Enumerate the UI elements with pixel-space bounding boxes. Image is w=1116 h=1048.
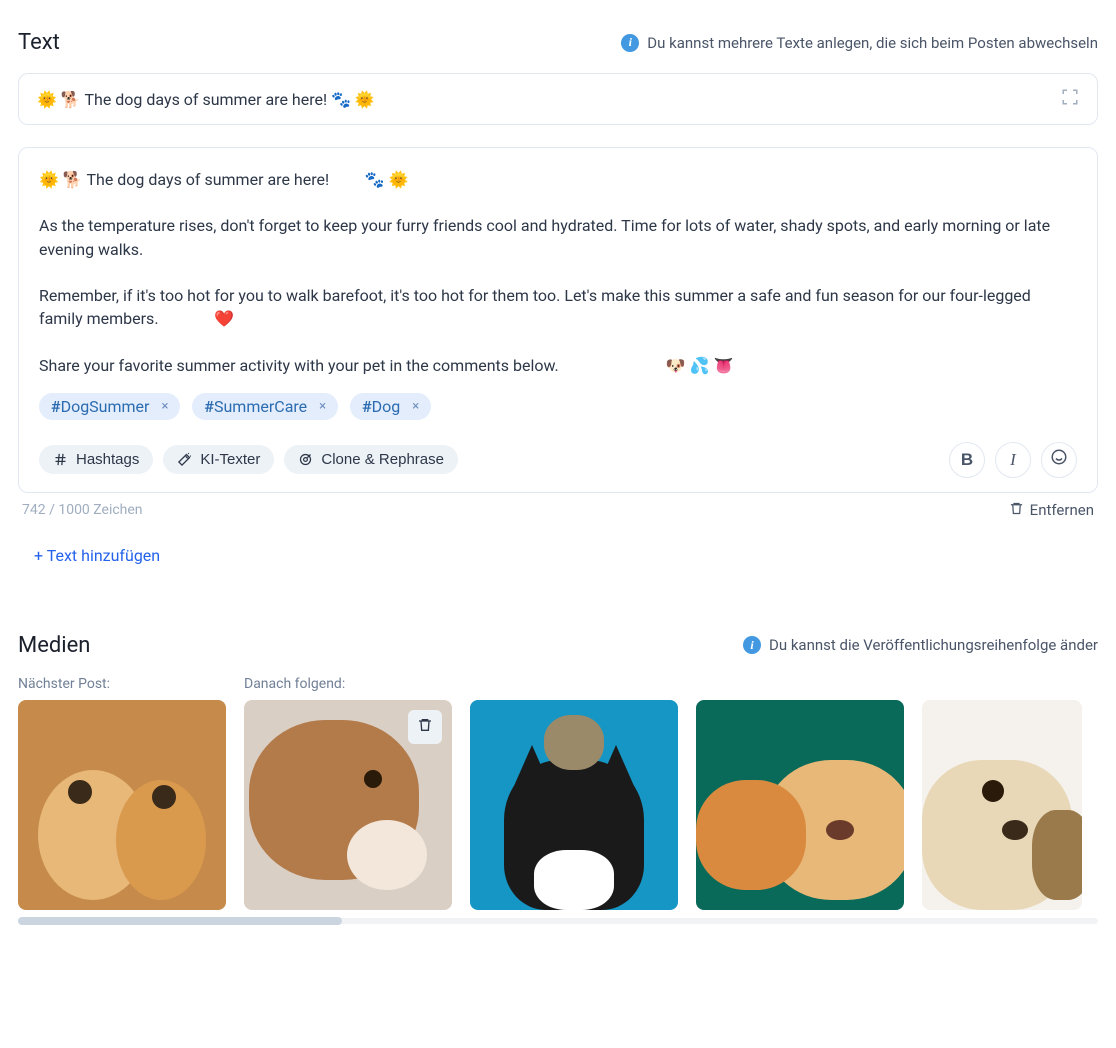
- next-post-label: Nächster Post:: [18, 676, 226, 692]
- hash-icon: [53, 452, 68, 467]
- media-info-text: Du kannst die Veröffentlichungsreihenfol…: [769, 636, 1098, 654]
- media-thumbnail[interactable]: [470, 700, 678, 910]
- bold-button[interactable]: B: [949, 442, 985, 478]
- text-section-title: Text: [18, 30, 60, 55]
- delete-media-button[interactable]: [408, 710, 442, 744]
- hashtag-remove-icon[interactable]: ×: [317, 399, 328, 414]
- clone-rephrase-button[interactable]: Clone & Rephrase: [284, 445, 458, 474]
- below-card-row: 742 / 1000 Zeichen Entfernen: [18, 493, 1098, 520]
- hashtag-row: #DogSummer × #SummerCare × #Dog ×: [39, 393, 1077, 420]
- trash-icon: [417, 717, 433, 737]
- text-info-block: i Du kannst mehrere Texte anlegen, die s…: [621, 34, 1098, 52]
- ai-texter-label: KI-Texter: [200, 451, 260, 468]
- emoji-icon: [1050, 448, 1068, 471]
- media-section-header: Medien i Du kannst die Veröffentlichungs…: [18, 633, 1098, 658]
- hashtag-chip[interactable]: #Dog ×: [350, 393, 431, 420]
- editor-toolbar: Hashtags KI-Texter Clone & Rephrase B I: [39, 442, 1077, 478]
- media-thumbnail[interactable]: [696, 700, 904, 910]
- italic-button[interactable]: I: [995, 442, 1031, 478]
- emoji-button[interactable]: [1041, 442, 1077, 478]
- char-counter: 742 / 1000 Zeichen: [22, 502, 143, 518]
- media-thumbnail-row[interactable]: [18, 700, 1098, 910]
- hashtag-remove-icon[interactable]: ×: [410, 399, 421, 414]
- hashtags-button[interactable]: Hashtags: [39, 445, 153, 474]
- media-labels: Nächster Post: Danach folgend:: [18, 676, 1098, 692]
- hashtag-remove-icon[interactable]: ×: [159, 399, 170, 414]
- hashtag-label: Dog: [372, 397, 401, 416]
- media-section-title: Medien: [18, 633, 90, 658]
- ai-texter-button[interactable]: KI-Texter: [163, 445, 274, 474]
- add-text-label: + Text hinzufügen: [34, 546, 160, 565]
- target-icon: [298, 452, 313, 467]
- add-text-button[interactable]: + Text hinzufügen: [18, 534, 1098, 577]
- following-label: Danach folgend:: [244, 676, 345, 692]
- text-info-text: Du kannst mehrere Texte anlegen, die sic…: [647, 34, 1098, 52]
- info-icon: i: [621, 34, 639, 52]
- media-thumbnail[interactable]: [18, 700, 226, 910]
- clone-rephrase-label: Clone & Rephrase: [321, 451, 444, 468]
- trash-icon: [1009, 501, 1024, 520]
- media-scrollbar[interactable]: [18, 918, 1098, 924]
- scrollbar-thumb[interactable]: [18, 917, 342, 925]
- remove-label: Entfernen: [1030, 501, 1094, 519]
- media-info-block: i Du kannst die Veröffentlichungsreihenf…: [743, 636, 1098, 654]
- info-icon: i: [743, 636, 761, 654]
- remove-text-button[interactable]: Entfernen: [1009, 501, 1094, 520]
- collapsed-summary: 🌞 🐕 The dog days of summer are here! 🐾 🌞: [37, 90, 375, 109]
- text-variant-expanded: 🌞 🐕 The dog days of summer are here! 🐾 🌞…: [18, 147, 1098, 493]
- media-thumbnail[interactable]: [244, 700, 452, 910]
- expand-icon[interactable]: [1061, 88, 1079, 110]
- text-variant-collapsed[interactable]: 🌞 🐕 The dog days of summer are here! 🐾 🌞: [18, 73, 1098, 125]
- text-section-header: Text i Du kannst mehrere Texte anlegen, …: [18, 30, 1098, 55]
- media-thumbnail[interactable]: [922, 700, 1082, 910]
- post-text-body[interactable]: 🌞 🐕 The dog days of summer are here! 🐾 🌞…: [39, 168, 1077, 377]
- hashtag-chip[interactable]: #DogSummer ×: [39, 393, 180, 420]
- hashtag-chip[interactable]: #SummerCare ×: [192, 393, 338, 420]
- hashtag-label: DogSummer: [61, 397, 150, 416]
- hashtags-button-label: Hashtags: [76, 451, 139, 468]
- magic-wand-icon: [177, 452, 192, 467]
- hashtag-label: SummerCare: [214, 397, 307, 416]
